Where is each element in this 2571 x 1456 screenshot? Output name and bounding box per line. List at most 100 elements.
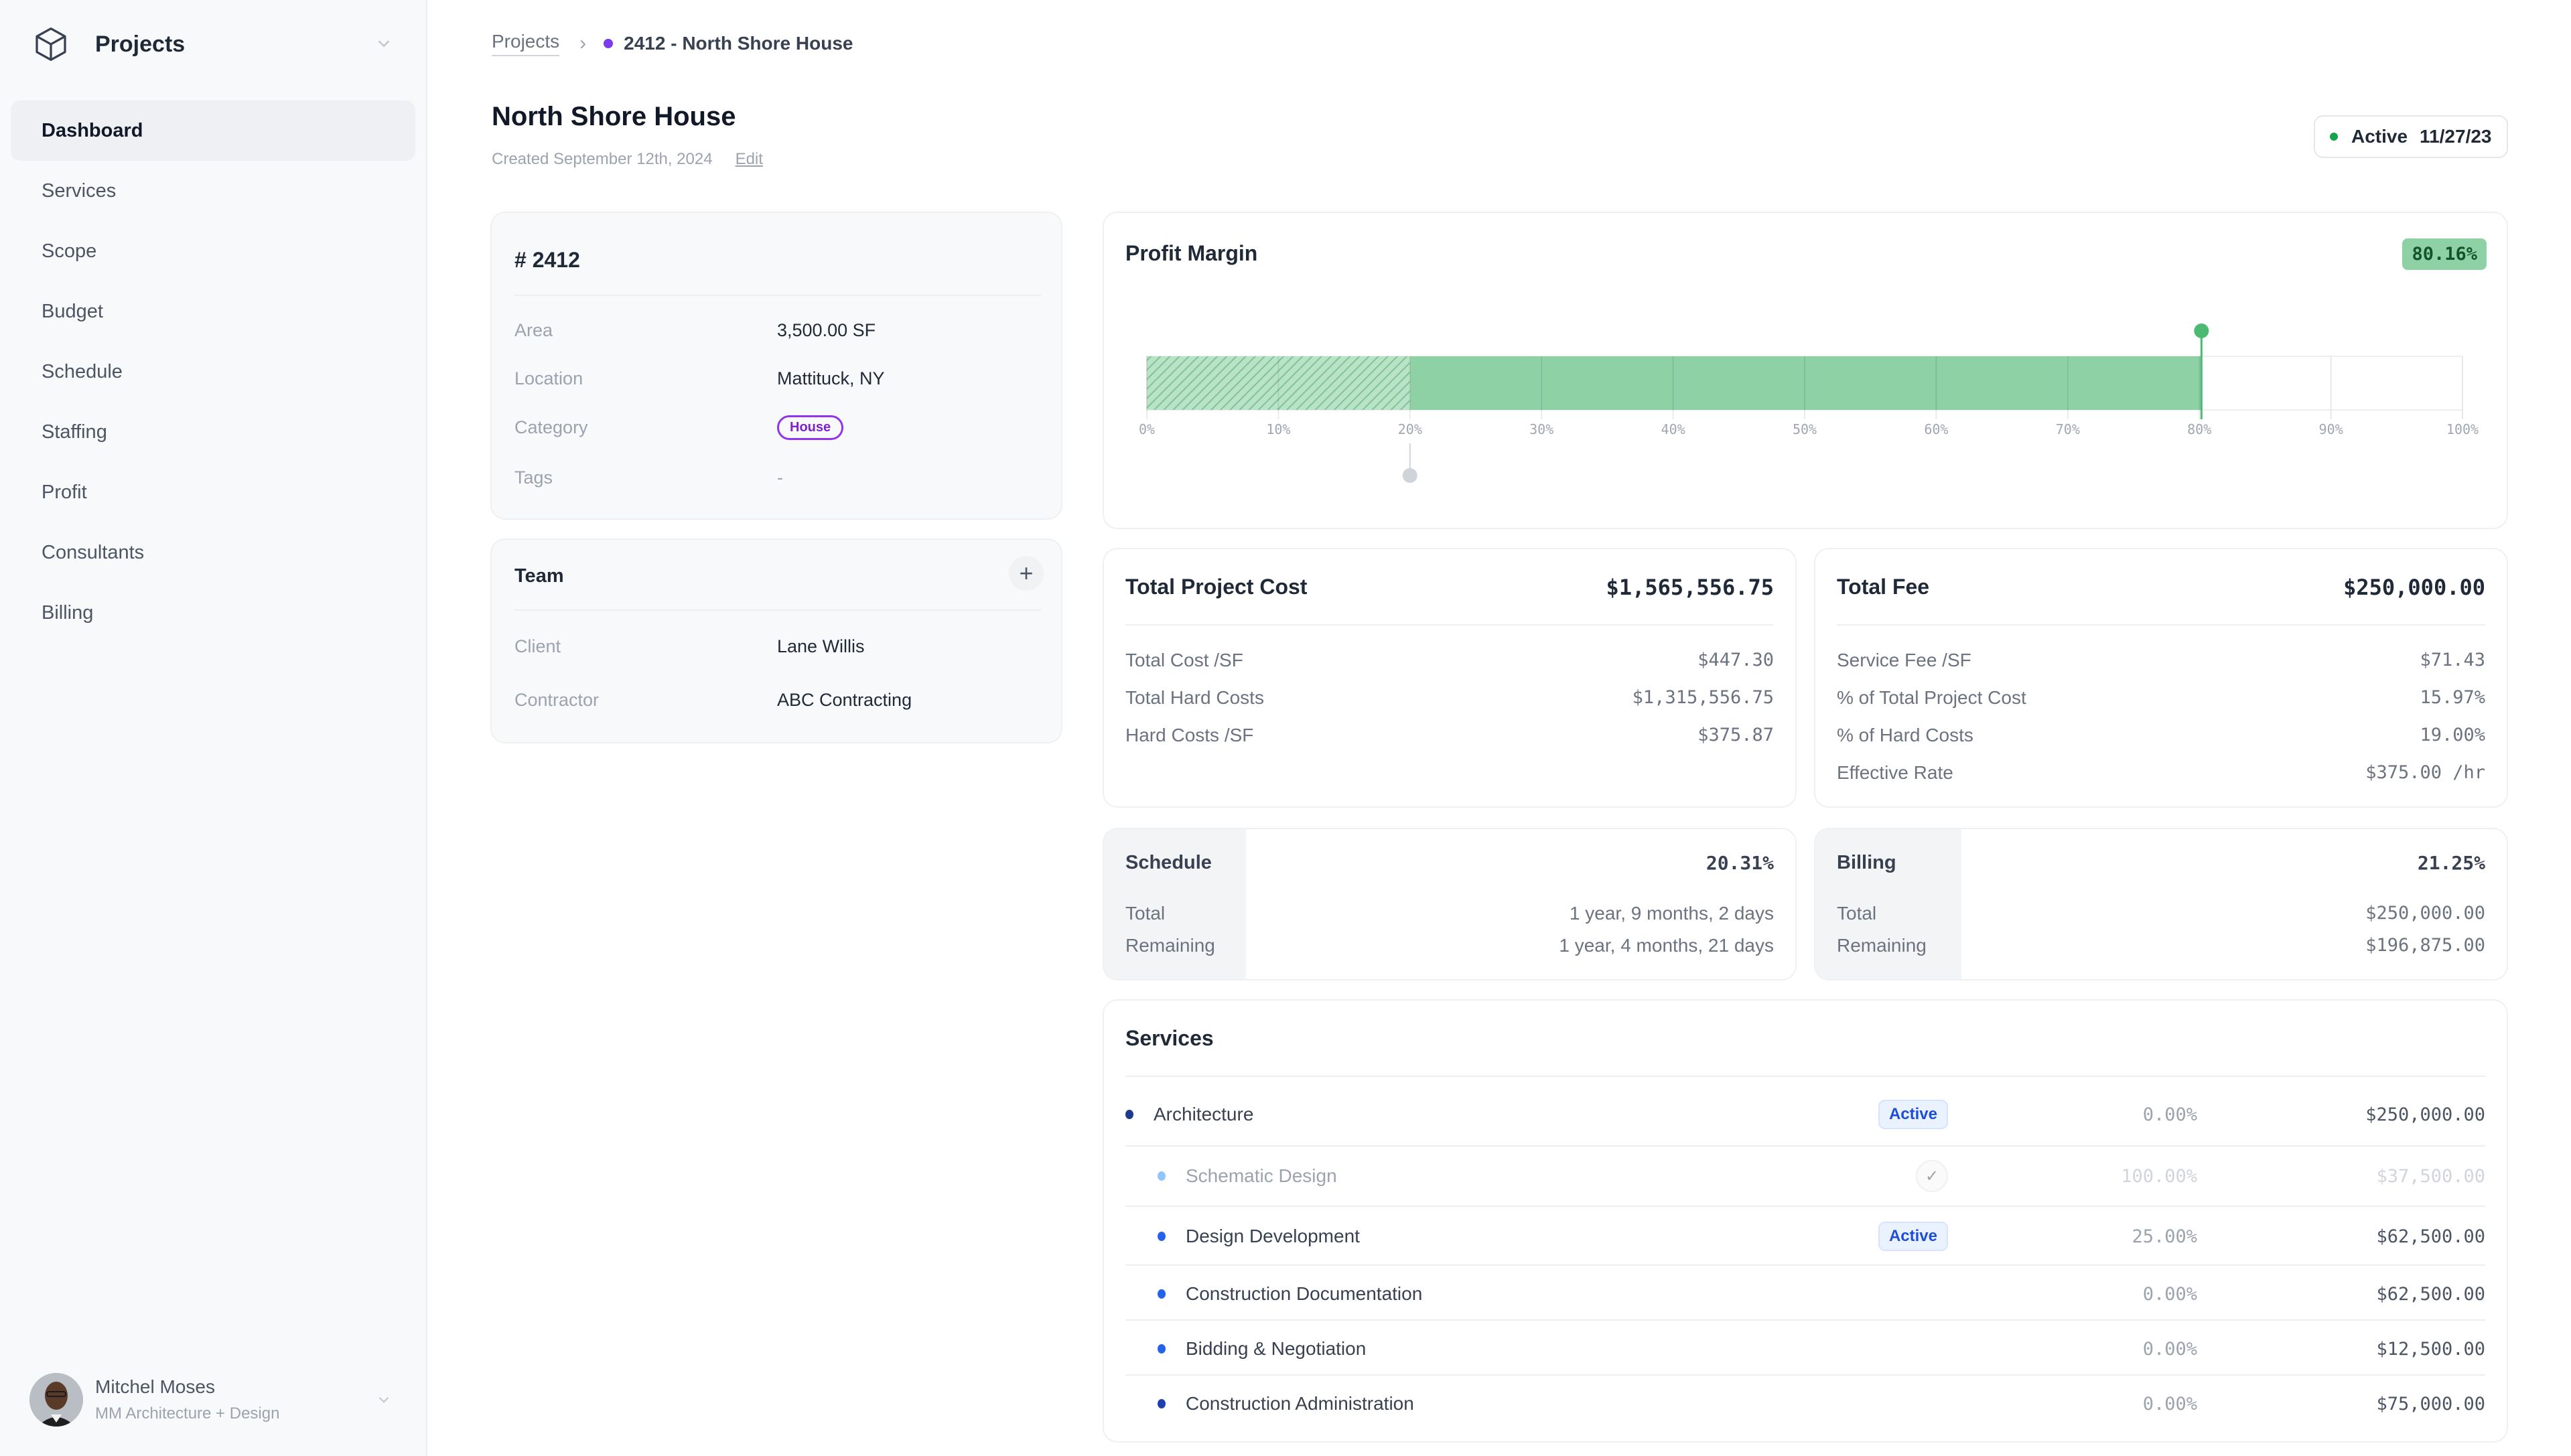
divider [514, 609, 1041, 611]
divider [1125, 1145, 2485, 1147]
status-date: 11/27/23 [2420, 126, 2492, 147]
billing-title: Billing [1837, 852, 1896, 873]
fee-row: Effective Rate $375.00 /hr [1837, 762, 2485, 784]
app-title: Projects [95, 31, 186, 57]
sidebar-item-staffing[interactable]: Staffing [11, 402, 415, 462]
chevron-down-icon[interactable] [374, 33, 394, 54]
service-row-schematic-design[interactable]: Schematic Design ✓ 100.00% $37,500.00 [1125, 1149, 2485, 1203]
fee-value: $375.00 /hr [2365, 762, 2485, 783]
sidebar-item-schedule[interactable]: Schedule [11, 342, 415, 402]
schedule-card[interactable]: Schedule 20.31% Total 1 year, 9 months, … [1103, 828, 1797, 980]
profit-margin-card: Profit Margin 80.16% 0% 10% 20% 30% 40% 50% 60… [1103, 212, 2508, 529]
sidebar-item-billing[interactable]: Billing [11, 583, 415, 643]
breadcrumb-projects-link[interactable]: Projects [492, 31, 560, 56]
sidebar-item-budget[interactable]: Budget [11, 281, 415, 342]
schedule-label: Remaining [1125, 935, 1215, 956]
tick-label: 40% [1661, 421, 1685, 437]
tick-label: 30% [1529, 421, 1553, 437]
team-label: Client [514, 636, 561, 656]
plus-icon: + [1019, 559, 1034, 587]
info-row-category: Category House [514, 415, 1044, 440]
created-line: Created September 12th, 2024 Edit [492, 150, 763, 169]
project-switcher[interactable]: Projects [32, 24, 394, 64]
sidebar-item-scope[interactable]: Scope [11, 221, 415, 281]
service-row-bidding-negotiation[interactable]: Bidding & Negotiation 0.00% $12,500.00 [1125, 1323, 2485, 1374]
service-row-construction-documentation[interactable]: Construction Documentation 0.00% $62,500… [1125, 1268, 2485, 1319]
chevron-down-icon[interactable] [375, 1391, 393, 1408]
sidebar-item-consultants[interactable]: Consultants [11, 522, 415, 583]
user-menu[interactable]: Mitchel Moses MM Architecture + Design [29, 1370, 398, 1430]
schedule-value: 1 year, 4 months, 21 days [1559, 935, 1774, 956]
add-team-member-button[interactable]: + [1009, 556, 1044, 591]
sidebar: Projects Dashboard Services Scope Budget… [0, 0, 427, 1456]
sidebar-item-services[interactable]: Services [11, 161, 415, 221]
category-tag[interactable]: House [777, 415, 844, 440]
cost-value: $375.87 [1697, 725, 1774, 745]
avatar [29, 1373, 83, 1427]
bullet-icon [1158, 1232, 1166, 1241]
service-amount: $62,500.00 [2376, 1283, 2485, 1305]
schedule-label: Total [1125, 903, 1166, 924]
billing-value: $196,875.00 [2365, 935, 2485, 956]
schedule-title: Schedule [1125, 852, 1212, 873]
info-row-location: Location Mattituck, NY [514, 368, 1044, 389]
total-fee-card: Total Fee $250,000.00 Service Fee /SF $7… [1814, 548, 2508, 808]
service-name: Design Development [1186, 1226, 1360, 1246]
info-value: 3,500.00 SF [777, 320, 876, 340]
schedule-value: 1 year, 9 months, 2 days [1569, 903, 1774, 924]
cost-title: Total Project Cost [1125, 575, 1308, 599]
bullet-icon [1125, 1110, 1133, 1119]
profit-margin-chart: 0% 10% 20% 30% 40% 50% 60% 70% 80% 90% 100% [1139, 323, 2479, 483]
status-badge[interactable]: Active 11/27/23 [2314, 115, 2508, 158]
divider [1125, 624, 1774, 626]
billing-card[interactable]: Billing 21.25% Total $250,000.00 Remaini… [1814, 828, 2508, 980]
service-amount: $75,000.00 [2376, 1393, 2485, 1414]
project-number: # 2412 [514, 248, 580, 272]
billing-value: $250,000.00 [2365, 903, 2485, 924]
services-title: Services [1125, 1026, 1214, 1050]
divider [1125, 1374, 2485, 1376]
schedule-row: Remaining 1 year, 4 months, 21 days [1125, 935, 1774, 956]
sidebar-nav: Dashboard Services Scope Budget Schedule… [11, 100, 415, 643]
service-percent: 100.00% [2121, 1165, 2197, 1187]
bullet-icon [1158, 1344, 1166, 1354]
tick-label: 80% [2187, 421, 2211, 437]
cost-value: $447.30 [1697, 650, 1774, 670]
info-label: Area [514, 320, 553, 340]
user-org: MM Architecture + Design [95, 1404, 280, 1423]
service-amount: $37,500.00 [2376, 1165, 2485, 1187]
schedule-percent: 20.31% [1706, 852, 1774, 874]
service-amount: $12,500.00 [2376, 1338, 2485, 1360]
service-row-architecture[interactable]: Architecture Active 0.00% $250,000.00 [1125, 1088, 2485, 1141]
team-value[interactable]: ABC Contracting [777, 690, 912, 711]
tick-label: 0% [1139, 421, 1155, 437]
service-row-construction-administration[interactable]: Construction Administration 0.00% $75,00… [1125, 1378, 2485, 1429]
fee-value: $71.43 [2420, 650, 2485, 670]
tick-label: 90% [2319, 421, 2343, 437]
tick-label: 10% [1266, 421, 1290, 437]
tick-label: 50% [1793, 421, 1817, 437]
service-name: Construction Documentation [1186, 1283, 1423, 1304]
team-value[interactable]: Lane Willis [777, 636, 865, 657]
fee-label: % of Total Project Cost [1837, 687, 2026, 708]
status-badge-active: Active [1878, 1100, 1948, 1129]
sidebar-item-dashboard[interactable]: Dashboard [11, 100, 415, 161]
cost-row: Total Cost /SF $447.30 [1125, 650, 1774, 671]
divider [514, 295, 1041, 296]
project-info-card: # 2412 Area 3,500.00 SF Location Mattitu… [490, 212, 1062, 520]
sidebar-item-profit[interactable]: Profit [11, 462, 415, 522]
billing-row: Total $250,000.00 [1837, 903, 2485, 924]
project-color-dot [604, 39, 614, 48]
edit-link[interactable]: Edit [736, 150, 763, 169]
tick-label: 60% [1924, 421, 1948, 437]
fee-label: Effective Rate [1837, 762, 1953, 783]
cost-value: $1,315,556.75 [1632, 687, 1774, 708]
service-percent: 0.00% [2142, 1393, 2197, 1414]
billing-label: Remaining [1837, 935, 1927, 956]
bar-value-segment [1409, 356, 2202, 410]
cost-row: Hard Costs /SF $375.87 [1125, 725, 1774, 746]
service-row-design-development[interactable]: Design Development Active 25.00% $62,500… [1125, 1210, 2485, 1263]
service-name: Schematic Design [1186, 1165, 1337, 1186]
status-label: Active [2351, 126, 2408, 147]
bullet-icon [1158, 1399, 1166, 1408]
